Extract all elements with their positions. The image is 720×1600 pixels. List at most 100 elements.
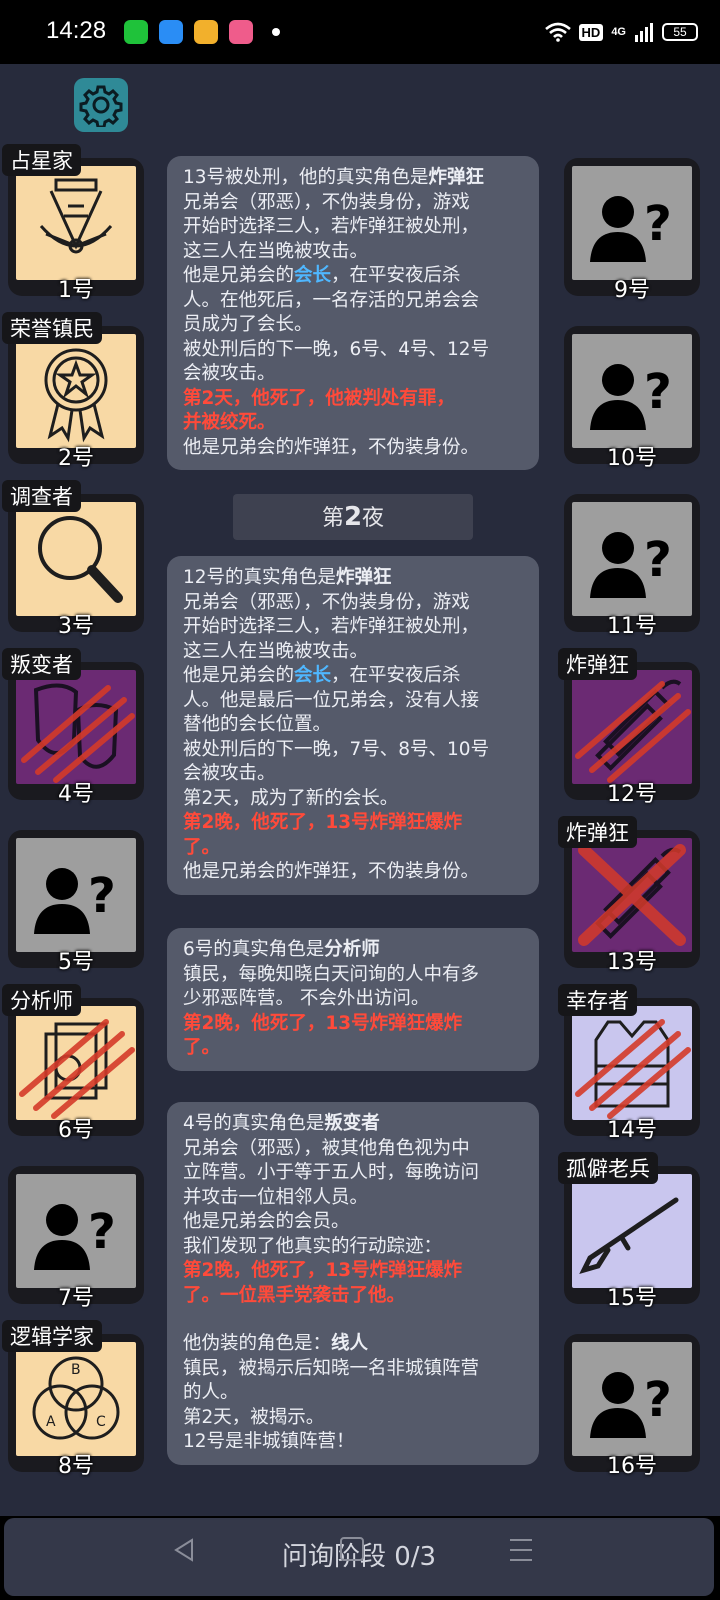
card-portrait: ? <box>16 1174 136 1288</box>
role-label: 占星家 <box>2 144 81 176</box>
player-card-12[interactable]: 炸弹狂 12号 <box>558 648 700 807</box>
player-number: 8号 <box>58 1454 94 1479</box>
network-type: 4G <box>611 25 626 38</box>
svg-text:?: ? <box>88 1204 116 1260</box>
role-label: 幸存者 <box>558 984 637 1016</box>
svg-text:?: ? <box>644 532 672 588</box>
card-portrait <box>16 334 136 448</box>
player-number: 9号 <box>614 278 650 303</box>
card-portrait <box>572 838 692 952</box>
unknown-person-icon: ? <box>590 364 672 430</box>
player-card-4[interactable]: 叛变者 4号 <box>2 648 144 807</box>
card-portrait <box>572 1006 692 1120</box>
player-card-1[interactable]: 占星家 1号 <box>2 144 144 303</box>
player-number: 11号 <box>607 614 657 639</box>
card-portrait: B A C <box>16 1342 136 1456</box>
player-card-16[interactable]: ? 16号 <box>564 1334 700 1479</box>
player-number: 2号 <box>58 446 94 471</box>
card-portrait: ? <box>572 334 692 448</box>
role-label: 逻辑学家 <box>2 1320 102 1352</box>
bottom-bar: 问询阶段 0/3 <box>0 1516 720 1600</box>
role-label: 分析师 <box>2 984 81 1016</box>
card-portrait <box>16 670 136 784</box>
unknown-person-icon: ? <box>590 532 672 598</box>
svg-text:C: C <box>96 1414 106 1430</box>
unknown-person-icon: ? <box>34 868 116 934</box>
signal-icon <box>635 23 653 42</box>
card-portrait <box>572 670 692 784</box>
night-divider: 第2夜 <box>233 494 473 540</box>
log-entry: 6号的真实角色是分析师 镇民，每晚知晓白天问询的人中有多 少邪恶阵营。 不会外出… <box>167 928 539 1071</box>
player-number: 13号 <box>607 950 657 975</box>
status-bar: 14:28 HD 4G 55 <box>0 0 720 64</box>
role-label: 炸弹狂 <box>558 648 637 680</box>
player-number: 4号 <box>58 782 94 807</box>
svg-text:?: ? <box>644 196 672 252</box>
bilibili-icon <box>229 20 253 44</box>
app-notification-icon <box>194 20 218 44</box>
hd-badge: HD <box>578 23 604 41</box>
unknown-person-icon: ? <box>590 1372 672 1438</box>
game-screen: 占星家 1号 荣誉镇民 2号 调查者 3号 叛变者 4号 ? 5号 分析师 6号… <box>0 64 720 1600</box>
svg-text:A: A <box>46 1414 56 1430</box>
player-number: 10号 <box>607 446 657 471</box>
card-portrait <box>16 502 136 616</box>
battery-indicator: 55 <box>662 23 698 41</box>
card-portrait <box>16 1006 136 1120</box>
player-number: 1号 <box>58 278 94 303</box>
player-number: 14号 <box>607 1118 657 1143</box>
svg-text:?: ? <box>644 364 672 420</box>
status-time: 14:28 <box>46 17 107 44</box>
player-card-6[interactable]: 分析师 6号 <box>2 984 144 1143</box>
unknown-person-icon: ? <box>34 1204 116 1270</box>
player-card-8[interactable]: B A C 逻辑学家 8号 <box>2 1320 144 1479</box>
app-notification-icon <box>124 20 148 44</box>
app-notification-icon <box>159 20 183 44</box>
player-card-7[interactable]: ? 7号 <box>8 1166 144 1311</box>
settings-button[interactable] <box>74 78 128 132</box>
inquiry-phase-button[interactable]: 问询阶段 0/3 <box>4 1518 714 1596</box>
card-portrait: ? <box>572 502 692 616</box>
claw-marks-icon <box>575 1019 691 1119</box>
svg-text:?: ? <box>88 868 116 924</box>
card-portrait: ? <box>572 166 692 280</box>
player-card-14[interactable]: 幸存者 14号 <box>558 984 700 1143</box>
log-entry: 12号的真实角色是炸弹狂 兄弟会（邪恶），不伪装身份，游戏 开始时选择三人，若炸… <box>167 556 539 895</box>
player-number: 16号 <box>607 1454 657 1479</box>
card-portrait: ? <box>16 838 136 952</box>
player-card-13[interactable]: 炸弹狂 13号 <box>558 816 700 975</box>
sextant-icon <box>39 178 113 254</box>
wifi-icon <box>544 22 571 42</box>
player-card-15[interactable]: 孤僻老兵 15号 <box>558 1152 700 1311</box>
player-number: 7号 <box>58 1286 94 1311</box>
svg-text:B: B <box>71 1362 81 1378</box>
claw-marks-icon <box>575 681 691 783</box>
role-label: 荣誉镇民 <box>2 312 102 344</box>
player-number: 12号 <box>607 782 657 807</box>
player-card-11[interactable]: ? 11号 <box>564 494 700 639</box>
player-card-9[interactable]: ? 9号 <box>564 158 700 303</box>
role-label: 孤僻老兵 <box>558 1152 658 1184</box>
venn-icon: B A C <box>32 1356 120 1440</box>
role-label: 叛变者 <box>2 648 81 680</box>
player-card-10[interactable]: ? 10号 <box>564 326 700 471</box>
card-portrait: ? <box>572 1342 692 1456</box>
log-entry: 13号被处刑，他的真实角色是炸弹狂 兄弟会（邪恶），不伪装身份，游戏 开始时选择… <box>167 156 539 470</box>
role-label: 炸弹狂 <box>558 816 637 848</box>
player-card-3[interactable]: 调查者 3号 <box>2 480 144 639</box>
player-card-2[interactable]: 荣誉镇民 2号 <box>2 312 144 471</box>
system-icons: HD 4G 55 <box>544 18 698 46</box>
gear-icon <box>79 85 123 127</box>
claw-marks-icon <box>21 685 135 783</box>
player-card-5[interactable]: ? 5号 <box>8 830 144 975</box>
magnifier-icon <box>38 516 123 603</box>
player-number: 6号 <box>58 1118 94 1143</box>
event-log[interactable]: 13号被处刑，他的真实角色是炸弹狂 兄弟会（邪恶），不伪装身份，游戏 开始时选择… <box>163 144 553 1544</box>
executed-cross-icon <box>578 844 686 946</box>
claw-marks-icon <box>19 1019 135 1119</box>
role-label: 调查者 <box>2 480 81 512</box>
unknown-person-icon: ? <box>590 196 672 262</box>
log-entry: 4号的真实角色是叛变者 兄弟会（邪恶），被其他角色视为中 立阵营。小于等于五人时… <box>167 1102 539 1465</box>
svg-text:?: ? <box>644 1372 672 1428</box>
player-number: 3号 <box>58 614 94 639</box>
